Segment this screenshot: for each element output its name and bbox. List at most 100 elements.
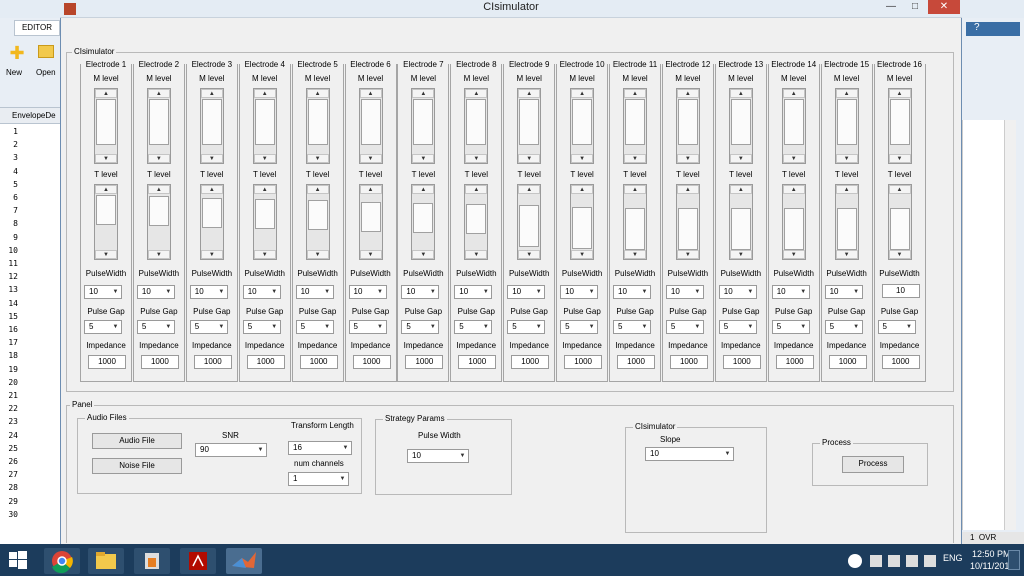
t-level-slider[interactable]: ▲ ▼	[675, 184, 700, 260]
chevron-down-icon[interactable]: ▼	[95, 154, 117, 163]
chevron-down-icon[interactable]: ▼	[253, 250, 276, 259]
chevron-down-icon[interactable]: ▼	[835, 250, 858, 259]
impedance-field[interactable]: 1000	[828, 355, 867, 369]
pulse-gap-dropdown[interactable]: 5 ▼	[454, 320, 493, 334]
m-level-slider[interactable]: ▲ ▼	[252, 88, 277, 164]
close-button[interactable]: ✕	[928, 0, 960, 14]
chevron-down-icon[interactable]: ▼	[676, 250, 699, 259]
pulse-gap-dropdown[interactable]: 5 ▼	[613, 320, 651, 334]
pulse-width-dropdown[interactable]: 10 ▼	[718, 285, 757, 299]
m-level-slider[interactable]: ▲ ▼	[94, 88, 118, 164]
app-icon[interactable]	[134, 548, 170, 574]
t-level-thumb[interactable]	[677, 208, 698, 250]
chevron-up-icon[interactable]: ▲	[624, 185, 646, 194]
chevron-up-icon[interactable]: ▲	[729, 89, 752, 98]
chevron-up-icon[interactable]: ▲	[95, 185, 117, 194]
language-indicator[interactable]: ENG	[943, 553, 963, 563]
chevron-up-icon[interactable]: ▲	[147, 185, 170, 194]
chevron-down-icon[interactable]: ▼	[147, 250, 170, 259]
t-level-slider[interactable]: ▲ ▼	[623, 184, 647, 260]
m-level-thumb[interactable]	[360, 99, 381, 145]
impedance-field[interactable]: 1000	[722, 355, 761, 369]
chevron-up-icon[interactable]: ▲	[200, 185, 223, 194]
impedance-field[interactable]: 1000	[458, 355, 497, 369]
m-level-slider[interactable]: ▲ ▼	[146, 88, 171, 164]
chevron-up-icon[interactable]: ▲	[465, 89, 488, 98]
acrobat-icon[interactable]	[180, 548, 216, 574]
chevron-up-icon[interactable]: ▲	[571, 89, 594, 98]
chevron-up-icon[interactable]: ▲	[359, 89, 382, 98]
pulse-gap-dropdown[interactable]: 5 ▼	[718, 320, 757, 334]
pulse-width-dropdown[interactable]: 10 ▼	[84, 285, 122, 299]
chevron-down-icon[interactable]: ▼	[782, 154, 805, 163]
m-level-slider[interactable]: ▲ ▼	[570, 88, 595, 164]
t-level-slider[interactable]: ▲ ▼	[358, 184, 383, 260]
impedance-field[interactable]: 1000	[405, 355, 444, 369]
audio-file-button[interactable]: Audio File	[92, 433, 182, 449]
m-level-slider[interactable]: ▲ ▼	[358, 88, 383, 164]
pulse-width-dropdown[interactable]: 10 ▼	[242, 285, 281, 299]
open-folder-icon[interactable]	[38, 45, 54, 58]
m-level-thumb[interactable]	[519, 99, 540, 145]
chevron-down-icon[interactable]: ▼	[412, 154, 435, 163]
chevron-up-icon[interactable]: ▲	[359, 185, 382, 194]
m-level-thumb[interactable]	[677, 99, 698, 145]
chevron-down-icon[interactable]: ▼	[624, 250, 646, 259]
m-level-slider[interactable]: ▲ ▼	[781, 88, 806, 164]
pulse-gap-dropdown[interactable]: 5 ▼	[136, 320, 175, 334]
m-level-thumb[interactable]	[730, 99, 751, 145]
snr-dropdown[interactable]: 90 ▼	[195, 443, 267, 457]
transform-length-dropdown[interactable]: 16 ▼	[288, 441, 352, 455]
tab-editor[interactable]: EDITOR	[14, 20, 60, 36]
pulse-gap-dropdown[interactable]: 5 ▼	[348, 320, 387, 334]
pulse-gap-dropdown[interactable]: 5 ▼	[295, 320, 334, 334]
impedance-field[interactable]: 1000	[246, 355, 285, 369]
impedance-field[interactable]: 1000	[352, 355, 391, 369]
chevron-down-icon[interactable]: ▼	[888, 250, 911, 259]
t-level-thumb[interactable]	[625, 208, 645, 250]
noise-file-button[interactable]: Noise File	[92, 458, 182, 474]
maximize-button[interactable]: □	[904, 0, 926, 14]
m-level-thumb[interactable]	[413, 99, 434, 145]
chevron-up-icon[interactable]: ▲	[676, 185, 699, 194]
chevron-down-icon[interactable]: ▼	[465, 250, 488, 259]
m-level-slider[interactable]: ▲ ▼	[199, 88, 224, 164]
file-explorer-icon[interactable]	[88, 548, 124, 574]
t-level-thumb[interactable]	[572, 206, 593, 249]
m-level-thumb[interactable]	[307, 99, 328, 145]
impedance-field[interactable]: 1000	[193, 355, 232, 369]
m-level-slider[interactable]: ▲ ▼	[623, 88, 647, 164]
chevron-up-icon[interactable]: ▲	[888, 89, 911, 98]
chevron-down-icon[interactable]: ▼	[412, 250, 435, 259]
network-icon[interactable]	[848, 554, 862, 568]
chevron-down-icon[interactable]: ▼	[359, 250, 382, 259]
impedance-field[interactable]: 1000	[617, 355, 655, 369]
chevron-up-icon[interactable]: ▲	[200, 89, 223, 98]
t-level-slider[interactable]: ▲ ▼	[464, 184, 489, 260]
pulse-gap-dropdown[interactable]: 5 ▼	[189, 320, 228, 334]
m-level-slider[interactable]: ▲ ▼	[517, 88, 542, 164]
chevron-up-icon[interactable]: ▲	[518, 185, 541, 194]
pulse-width-dropdown[interactable]: 10 ▼	[401, 285, 440, 299]
m-level-thumb[interactable]	[572, 99, 593, 145]
pulse-gap-dropdown[interactable]: 5 ▼	[877, 320, 916, 334]
process-button[interactable]: Process	[842, 456, 904, 473]
pulse-gap-dropdown[interactable]: 5 ▼	[560, 320, 599, 334]
chevron-down-icon[interactable]: ▼	[253, 154, 276, 163]
t-level-thumb[interactable]	[783, 208, 804, 250]
m-level-thumb[interactable]	[201, 99, 222, 145]
t-level-thumb[interactable]	[201, 197, 222, 228]
t-level-thumb[interactable]	[466, 204, 487, 235]
pulse-width-dropdown[interactable]: 10 ▼	[507, 285, 546, 299]
chevron-down-icon[interactable]: ▼	[200, 250, 223, 259]
t-level-slider[interactable]: ▲ ▼	[146, 184, 171, 260]
pulse-width-dropdown[interactable]: 10 ▼	[189, 285, 228, 299]
t-level-thumb[interactable]	[413, 202, 434, 233]
chevron-up-icon[interactable]: ▲	[253, 89, 276, 98]
chevron-down-icon[interactable]: ▼	[359, 154, 382, 163]
chevron-down-icon[interactable]: ▼	[835, 154, 858, 163]
editor-file-tab[interactable]: EnvelopeDe	[0, 108, 64, 124]
m-level-thumb[interactable]	[783, 99, 804, 145]
pulse-gap-dropdown[interactable]: 5 ▼	[401, 320, 440, 334]
t-level-thumb[interactable]	[730, 208, 751, 250]
